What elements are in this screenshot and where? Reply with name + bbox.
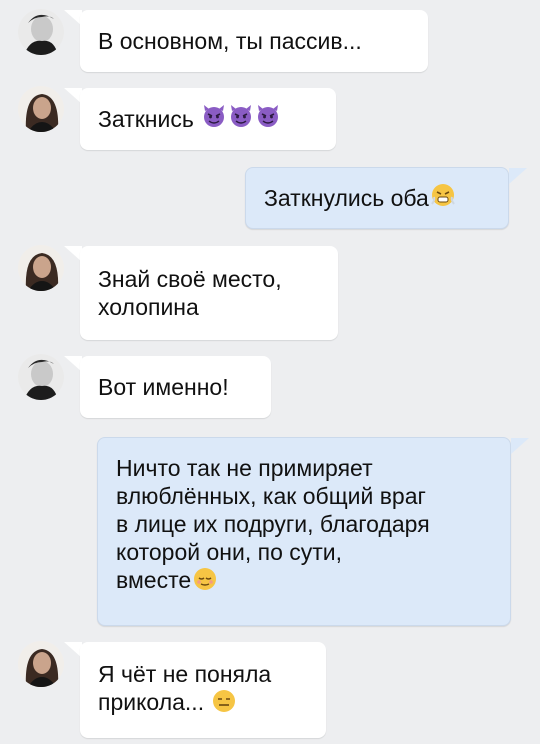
expressionless-face-icon	[211, 688, 237, 720]
message-text: Знай своё место, холопина	[98, 266, 282, 320]
message-text: Заткнулись оба	[264, 185, 429, 211]
avatar-female[interactable]	[18, 641, 64, 687]
message-text: Вот именно!	[98, 374, 229, 400]
message-bubble[interactable]: В основном, ты пассив...	[80, 10, 428, 72]
message-bubble[interactable]: Заткнись	[80, 88, 336, 150]
message-bubble[interactable]: Я чёт не поняла прикола...	[80, 642, 326, 738]
bubble-tail	[509, 168, 527, 184]
message-bubble[interactable]: Вот именно!	[80, 356, 271, 418]
devil-face-icon	[201, 103, 227, 135]
steam-face-icon	[430, 182, 456, 214]
message-text: Заткнись	[98, 106, 194, 132]
avatar-female[interactable]	[18, 86, 64, 132]
devil-face-icon	[255, 103, 281, 135]
devil-face-icon	[228, 103, 254, 135]
message-text: Ничто так не примиряет влюблённых, как о…	[116, 455, 430, 593]
message-text: Я чёт не поняла прикола...	[98, 661, 272, 715]
message-bubble[interactable]: Заткнулись оба	[245, 167, 509, 229]
bubble-tail	[511, 438, 529, 454]
message-bubble[interactable]: Ничто так не примиряет влюблённых, как о…	[97, 437, 511, 626]
avatar-male[interactable]	[18, 354, 64, 400]
message-text: В основном, ты пассив...	[98, 28, 362, 54]
avatar-female[interactable]	[18, 245, 64, 291]
avatar-male[interactable]	[18, 9, 64, 55]
relieved-face-icon	[192, 566, 218, 598]
message-bubble[interactable]: Знай своё место, холопина	[80, 246, 338, 340]
